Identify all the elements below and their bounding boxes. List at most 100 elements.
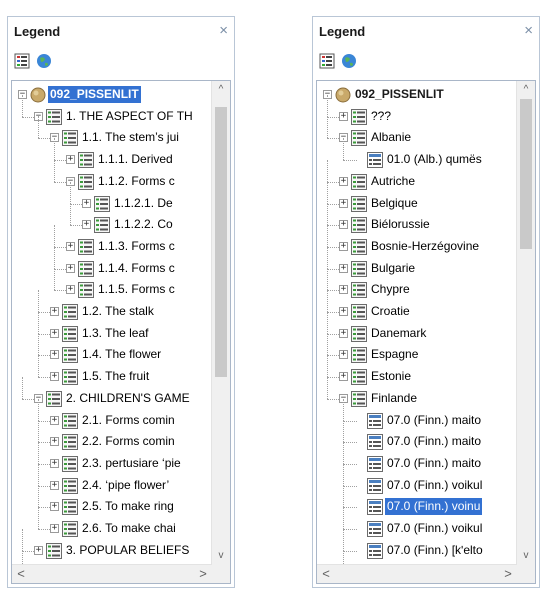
- scroll-up-arrow-icon[interactable]: ^: [212, 83, 230, 97]
- legend-item-icon: [62, 455, 78, 472]
- expand-toggle-icon[interactable]: +: [66, 155, 75, 165]
- map-layer-icon: [30, 87, 46, 103]
- vertical-scrollbar[interactable]: ^ v: [211, 81, 230, 565]
- expand-toggle-icon[interactable]: +: [50, 458, 59, 468]
- expand-toggle-icon[interactable]: +: [339, 263, 348, 273]
- tree-connector: [70, 181, 71, 204]
- tree-connector: [70, 203, 71, 226]
- scrollbar-thumb[interactable]: [520, 99, 532, 249]
- panel-toolbar: [313, 47, 539, 83]
- legend-entry-icon: [367, 521, 383, 537]
- legend-item-icon: [351, 195, 367, 212]
- expand-toggle-icon[interactable]: +: [339, 307, 348, 316]
- expand-toggle-icon[interactable]: +: [50, 524, 59, 533]
- legend-item-icon: [94, 217, 110, 234]
- scroll-down-arrow-icon[interactable]: v: [517, 549, 535, 563]
- tree-connector: [343, 463, 357, 465]
- scroll-down-arrow-icon[interactable]: v: [212, 549, 230, 563]
- expand-toggle-icon[interactable]: +: [339, 176, 348, 186]
- expand-toggle-icon[interactable]: +: [339, 328, 348, 338]
- tree-connector: [327, 376, 328, 399]
- expand-toggle-icon[interactable]: +: [50, 328, 59, 338]
- scroll-right-arrow-icon[interactable]: >: [501, 565, 515, 583]
- legend-item-icon: [351, 130, 367, 147]
- map-view-button[interactable]: [339, 51, 361, 73]
- tree-node-label: 092_PISSENLIT: [355, 87, 444, 101]
- tree-connector: [343, 420, 344, 443]
- expand-toggle-icon[interactable]: +: [50, 480, 59, 490]
- tree-connector: [38, 441, 39, 464]
- horizontal-scrollbar[interactable]: < >: [317, 564, 517, 583]
- scroll-right-arrow-icon[interactable]: >: [196, 565, 210, 583]
- panel-title: Legend: [319, 24, 366, 39]
- tree-connector: [343, 528, 344, 551]
- legend-item-icon: [351, 347, 367, 364]
- tree-connector: [22, 94, 23, 117]
- expand-toggle-icon[interactable]: +: [66, 263, 75, 273]
- tree-connector: [343, 550, 357, 552]
- expand-toggle-icon[interactable]: +: [66, 241, 75, 251]
- expand-toggle-icon[interactable]: +: [50, 372, 59, 382]
- legend-tree[interactable]: −092_PISSENLIT −1. THE ASPECT OF TH −1.1. …: [11, 80, 231, 584]
- legend-item-icon: [351, 390, 367, 407]
- expand-toggle-icon[interactable]: +: [50, 415, 59, 425]
- tree-connector: [343, 507, 357, 509]
- tree-connector: [343, 463, 344, 486]
- expand-toggle-icon[interactable]: +: [339, 198, 348, 208]
- tree-connector: [54, 268, 55, 291]
- expand-toggle-icon[interactable]: +: [339, 350, 348, 360]
- tree-node-label: Autriche: [371, 173, 416, 188]
- tree-connector: [54, 246, 55, 269]
- legend-item-icon: [351, 217, 367, 234]
- expand-toggle-icon[interactable]: +: [50, 307, 59, 316]
- tree-connector: [38, 333, 39, 356]
- tree-node-label: 1.5. The fruit: [82, 369, 150, 384]
- scroll-up-arrow-icon[interactable]: ^: [517, 83, 535, 97]
- expand-toggle-icon[interactable]: +: [339, 372, 348, 382]
- expand-toggle-icon[interactable]: +: [50, 502, 59, 512]
- tree-node-label: 1.1. The stem’s jui: [82, 130, 179, 145]
- panel-titlebar: Legend ×: [8, 17, 234, 47]
- panel-title: Legend: [14, 24, 61, 39]
- expand-toggle-icon[interactable]: +: [339, 241, 348, 251]
- tree-connector: [38, 507, 39, 529]
- expand-toggle-icon[interactable]: +: [339, 285, 348, 295]
- expand-toggle-icon[interactable]: +: [50, 437, 59, 447]
- expand-toggle-icon[interactable]: +: [82, 198, 91, 208]
- legend-view-button[interactable]: [12, 51, 34, 73]
- legend-view-button[interactable]: [317, 51, 339, 73]
- expand-toggle-icon[interactable]: +: [339, 111, 348, 121]
- tree-connector: [327, 94, 328, 117]
- legend-item-icon: [351, 108, 367, 125]
- expand-toggle-icon[interactable]: +: [66, 285, 75, 295]
- expand-toggle-icon[interactable]: +: [339, 220, 348, 230]
- legend-list-icon: [319, 53, 335, 69]
- scroll-left-arrow-icon[interactable]: <: [14, 565, 28, 583]
- tree-connector: [22, 528, 23, 551]
- expand-toggle-icon[interactable]: +: [82, 220, 91, 230]
- close-icon[interactable]: ×: [524, 22, 533, 39]
- scroll-left-arrow-icon[interactable]: <: [319, 565, 333, 583]
- legend-item-icon: [78, 238, 94, 255]
- scrollbar-corner: [212, 565, 230, 583]
- tree-node-label: 2.4. ‘pipe flower’: [82, 477, 170, 492]
- tree-connector: [327, 224, 328, 247]
- tree-connector: [343, 160, 357, 162]
- map-view-button[interactable]: [34, 51, 56, 73]
- tree-connector: [54, 224, 55, 247]
- horizontal-scrollbar[interactable]: < >: [12, 564, 212, 583]
- expand-toggle-icon[interactable]: +: [50, 350, 59, 360]
- legend-tree[interactable]: −092_PISSENLIT +??? − Albanie 01.0 (Alb.) qu…: [316, 80, 536, 584]
- tree-node-label: Croatie: [371, 304, 410, 318]
- tree-node-label: Biélorussie: [371, 217, 430, 232]
- vertical-scrollbar[interactable]: ^ v: [516, 81, 535, 565]
- tree-node-label: 07.0 (Finn.) maito: [387, 455, 482, 470]
- map-layer-icon: [335, 87, 351, 103]
- tree-connector: [327, 355, 328, 378]
- scrollbar-thumb[interactable]: [215, 107, 227, 377]
- tree-node-label: Bulgarie: [371, 260, 416, 275]
- tree-node-label: 07.0 (Finn.) voinu: [385, 498, 483, 516]
- close-icon[interactable]: ×: [219, 22, 228, 39]
- legend-entry-icon: [367, 434, 383, 451]
- expand-toggle-icon[interactable]: +: [34, 545, 43, 555]
